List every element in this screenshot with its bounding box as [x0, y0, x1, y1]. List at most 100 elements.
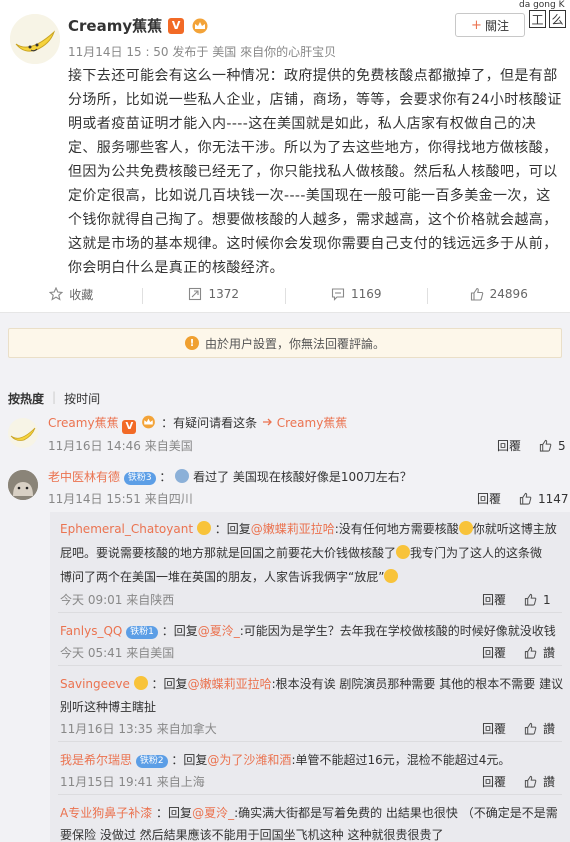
reply-prefix: ：回复	[214, 522, 251, 536]
reply-prefix: ：回复	[151, 677, 188, 691]
replier-name[interactable]: A专业狗鼻子补漆	[60, 806, 152, 820]
thumbs-up-icon	[524, 775, 537, 788]
fan-badge: 铁粉1	[126, 626, 158, 639]
emoji-icon	[384, 569, 399, 583]
mention-link[interactable]: @嫩蝶莉亚拉哈	[251, 522, 335, 536]
comment-like-count: 5	[558, 438, 566, 453]
cat-avatar-icon	[8, 470, 38, 500]
post-body: 接下去还可能会有这么一种情况：政府提供的免费核酸点都撤掉了，但是有部分场所，比如…	[68, 68, 562, 276]
reply-text-line: 我是希尔瑞思 铁粉2 ：回复@为了沙潍和酒:单管不能超过16元，混检不能超过4元…	[60, 749, 510, 771]
corner-text: da gong K	[519, 0, 565, 10]
author-line: Creamy蕉蕉 V	[68, 15, 210, 36]
reply-like-button[interactable]: 讚	[524, 720, 555, 737]
reply-text: 要保险 没做过 然后結果應该不能用于回国坐飞机这种 这种就很贵很贵了	[60, 828, 444, 842]
plus-icon: +	[471, 17, 482, 33]
reply-button[interactable]: 回覆	[477, 490, 501, 507]
fan-badge: 铁粉3	[123, 472, 156, 485]
thumbs-up-icon	[470, 287, 483, 301]
thumbs-up-icon	[539, 439, 552, 452]
reply-separator	[58, 612, 562, 613]
corner-box-1: 工	[529, 10, 546, 28]
reply-text-line: A专业狗鼻子补漆 ：回复@夏泠_:确实满大街都是写着免费的 出結果也很快 （不确…	[60, 802, 558, 824]
replier-name[interactable]: Savingeeve	[60, 677, 130, 691]
reply-time: 11月15日 19:41 来自上海	[60, 775, 205, 789]
reply-prefix: ：回复	[161, 624, 198, 638]
commenter-avatar[interactable]	[8, 470, 38, 500]
reply-ops: 回覆 讚	[482, 720, 555, 737]
repost-button[interactable]: 1372	[143, 282, 286, 306]
post-time[interactable]: 11月14日 15 : 50	[68, 45, 169, 59]
reply-button[interactable]: 回覆	[482, 720, 506, 737]
reply-text: :确实满大街都是写着免费的 出結果也很快 （不确定是不是需	[234, 806, 558, 820]
reply-text: 博问了两个在美国一堆在英国的朋友，人家告诉我俩字“放屁”	[60, 570, 385, 584]
reply-disabled-notice: ! 由於用户設置，你無法回覆評論。	[8, 328, 562, 358]
thumbs-up-icon	[524, 722, 537, 735]
author-name[interactable]: Creamy蕉蕉	[68, 15, 162, 36]
like-button[interactable]: 24896	[428, 282, 570, 306]
favorite-label: 收藏	[69, 287, 94, 302]
crown-icon	[192, 18, 208, 33]
comment-count: 1169	[350, 287, 382, 301]
repost-icon	[189, 287, 202, 301]
crown-icon	[142, 415, 156, 429]
reply-button[interactable]: 回覆	[482, 773, 506, 790]
action-separator	[142, 288, 143, 304]
emoji-icon	[396, 545, 411, 559]
weibo-post: Creamy蕉蕉 V 11月14日 15 : 50 发布于 美国 來自你的心肝宝…	[0, 0, 570, 282]
author-avatar[interactable]	[10, 14, 60, 64]
post-meta: 11月14日 15 : 50 发布于 美国 來自你的心肝宝贝	[68, 43, 336, 60]
sort-by-heat[interactable]: 按热度	[8, 390, 44, 407]
reply-like-count: 讚	[543, 646, 556, 660]
reply-time: 11月16日 13:35 来自加拿大	[60, 722, 217, 736]
reply-text-line: 屁吧。要说需要核酸的地方那就是回国之前要花大价钱做核酸了 我专门为了这人的这条微	[60, 542, 542, 564]
corner-box-2: 么	[549, 10, 566, 28]
comment-like-button[interactable]: 5	[539, 439, 566, 453]
favorite-button[interactable]: 收藏	[0, 282, 143, 306]
reply-text-line: Fanlys_QQ 铁粉1 ：回复@夏泠_:可能因为是学生？去年我在学校做核酸的…	[60, 620, 556, 642]
mention-link[interactable]: @为了沙潍和酒	[207, 753, 291, 767]
reply-button[interactable]: 回覆	[482, 644, 506, 661]
reply-text-line: Ephemeral_Chatoyant ：回复@嫩蝶莉亚拉哈:没有任何地方需要核…	[60, 518, 560, 540]
avatar-emoji-icon	[175, 469, 190, 483]
replier-name[interactable]: Fanlys_QQ	[60, 624, 122, 638]
post-posted-from: 发布于	[172, 45, 209, 59]
reply-text: 别听这种博主瞎扯	[60, 700, 157, 714]
sort-by-time[interactable]: 按时间	[64, 390, 100, 407]
replier-name[interactable]: Ephemeral_Chatoyant	[60, 522, 193, 536]
commenter-name[interactable]: Creamy蕉蕉	[48, 416, 119, 430]
thumbs-up-icon	[524, 646, 537, 659]
reply-like-button[interactable]: 讚	[524, 773, 555, 790]
comment-text-line: Creamy蕉蕉 V ：有疑问请看这条 Creamy蕉蕉	[48, 412, 347, 434]
reply-time: 今天 09:01 来自陕西	[60, 593, 175, 607]
post-action-bar: 收藏 1372 1169 24896	[0, 282, 570, 306]
mention-link[interactable]: @夏泠_	[198, 624, 240, 638]
reply-ops: 回覆 讚	[482, 644, 555, 661]
comment-link[interactable]: Creamy蕉蕉	[277, 416, 348, 430]
reply-separator	[58, 741, 562, 742]
reply-text: 屁吧。要说需要核酸的地方那就是回国之前要花大价钱做核酸了	[60, 546, 397, 560]
reply-button[interactable]: 回覆	[482, 591, 506, 608]
fan-badge: 铁粉2	[135, 755, 168, 768]
notice-text: 由於用户設置，你無法回覆評論。	[204, 336, 385, 351]
warning-icon: !	[184, 336, 199, 350]
reply-text-line: Savingeeve ：回复@嫩蝶莉亚拉哈:根本没有诶 剧院演员那种需要 其他的…	[60, 673, 563, 695]
comment-like-button[interactable]: 1147	[519, 492, 569, 506]
comment-button[interactable]: 1169	[285, 282, 428, 306]
reply-text: :没有任何地方需要核酸	[334, 522, 459, 536]
mention-link[interactable]: @夏泠_	[192, 806, 234, 820]
comment-text: ：有疑问请看这条	[161, 416, 258, 430]
reply-like-count: 1	[543, 592, 551, 607]
reply-like-button[interactable]: 1	[524, 593, 551, 607]
replier-name[interactable]: 我是希尔瑞思	[60, 753, 132, 767]
commenter-name[interactable]: 老中医林有德	[48, 470, 120, 484]
reply-button[interactable]: 回覆	[497, 437, 521, 454]
reply-ops: 回覆 讚	[482, 773, 555, 790]
commenter-avatar[interactable]	[8, 418, 38, 448]
reply-text: :可能因为是学生？去年我在学校做核酸的时候好像就没收钱	[239, 624, 556, 638]
like-count: 24896	[489, 287, 528, 301]
verified-badge-icon: V	[122, 420, 137, 434]
reply-like-count: 讚	[543, 722, 556, 736]
reply-like-button[interactable]: 讚	[524, 644, 555, 661]
mention-link[interactable]: @嫩蝶莉亚拉哈	[188, 677, 272, 691]
comment-time: 11月14日 15:51 来自四川	[48, 492, 193, 506]
